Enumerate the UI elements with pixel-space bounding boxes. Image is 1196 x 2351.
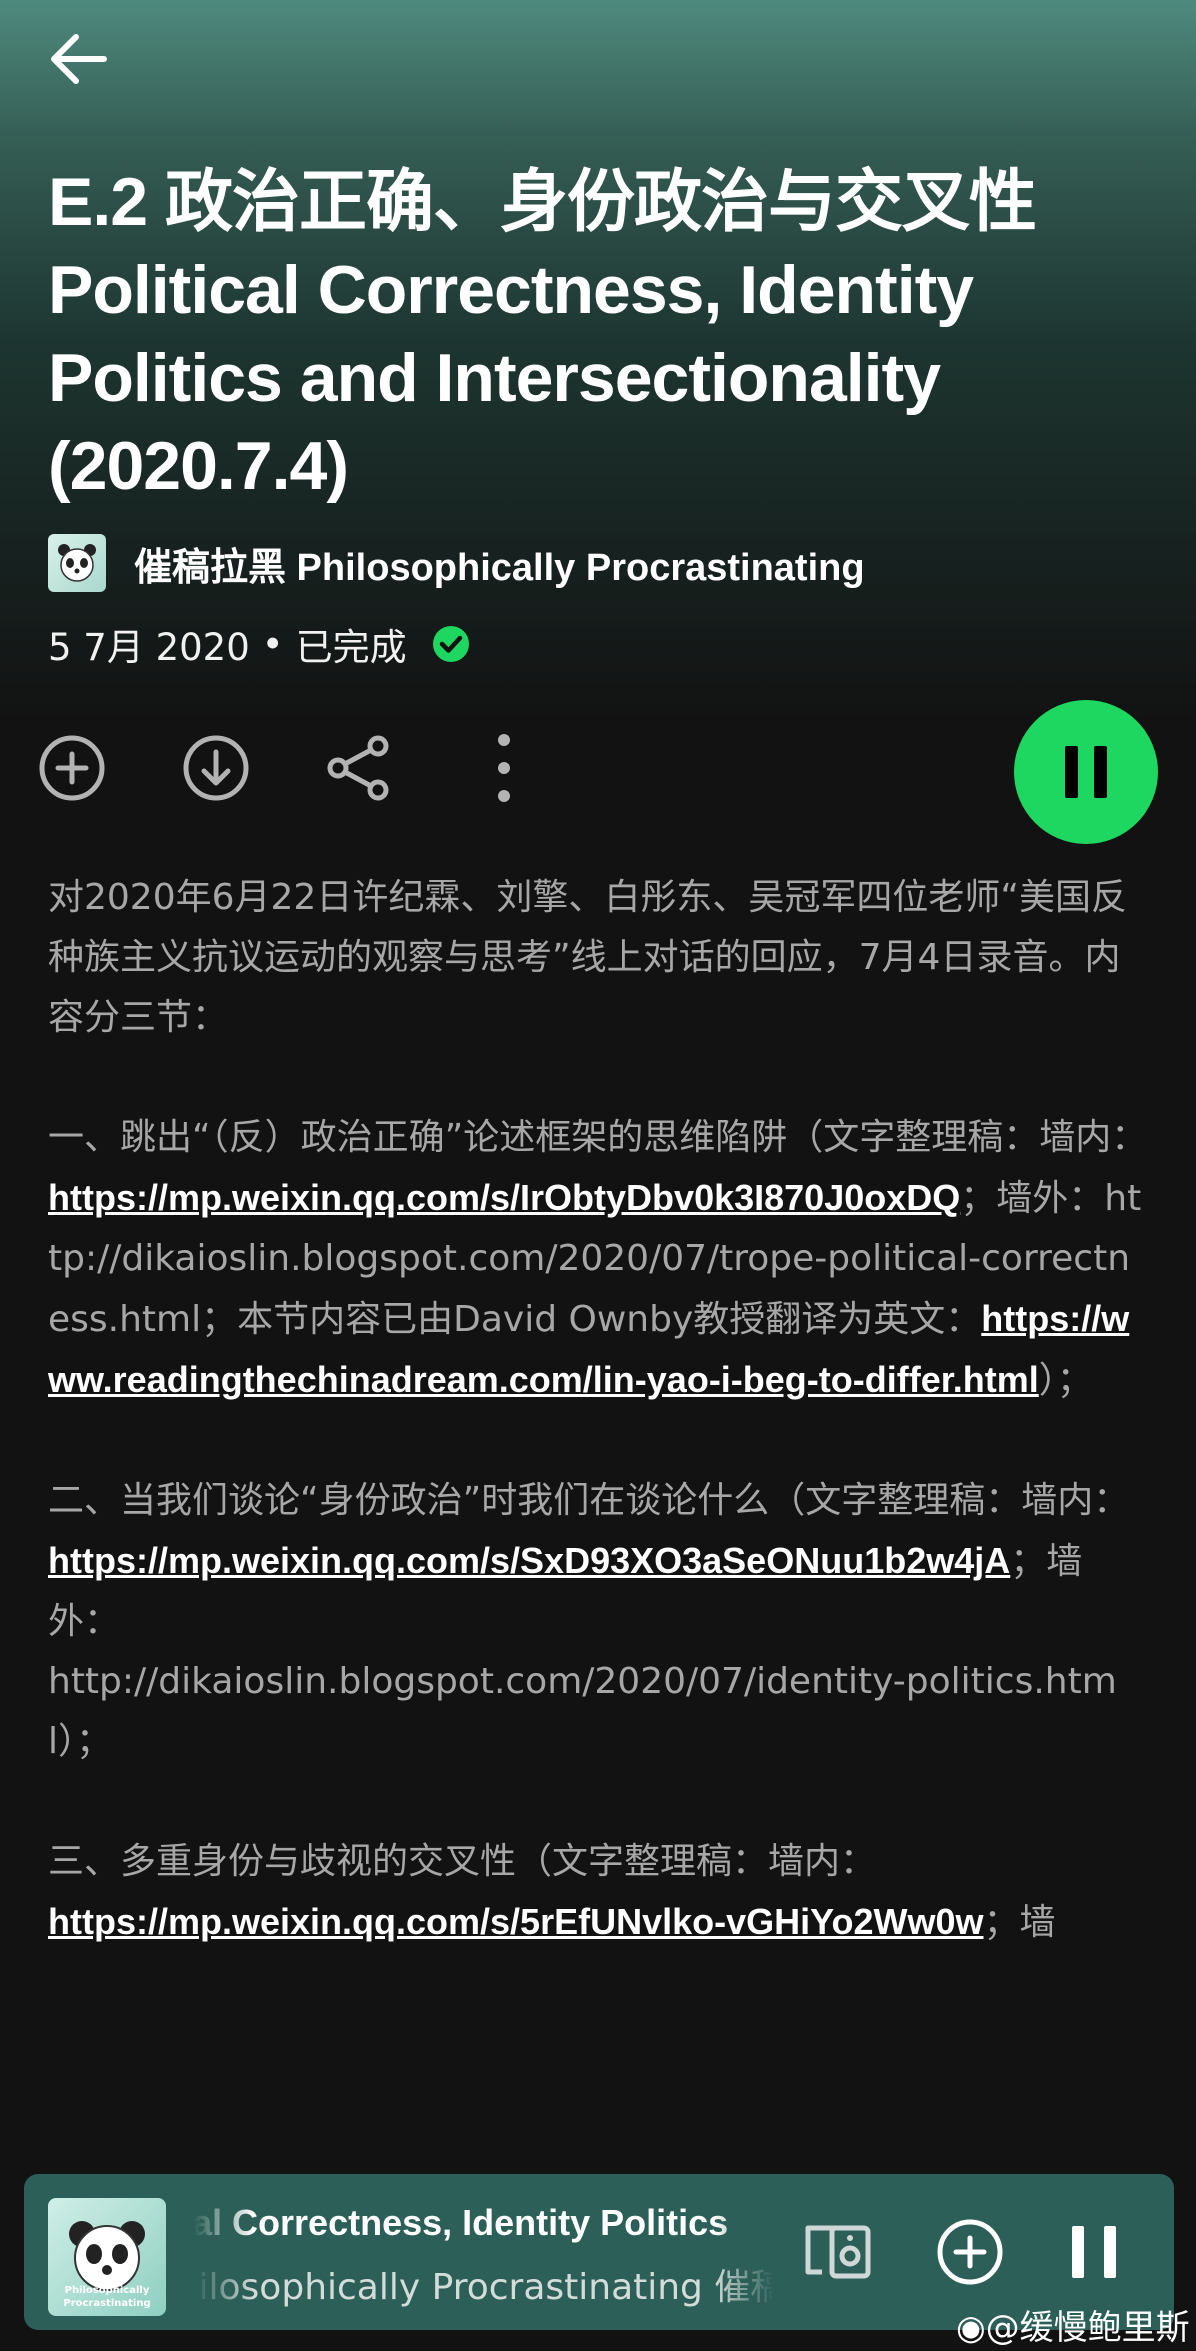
- mini-player-text: Political Correctness, Identity Politics…: [194, 2202, 774, 2312]
- fade-right: [714, 2202, 774, 2312]
- episode-description: 对2020年6月22日许纪霖、刘擎、白彤东、吴冠军四位老师“美国反种族主义抗议运…: [48, 868, 1148, 2158]
- episode-title: E.2 政治正确、身份政治与交叉性 Political Correctness,…: [48, 164, 1037, 504]
- description-section-1: 一、跳出“（反）政治正确”论述框架的思维陷阱（文字整理稿：墙内： https://…: [48, 1108, 1148, 1411]
- section-2-weixin-link[interactable]: https://mp.weixin.qq.com/s/SxD93XO3aSeON…: [48, 1540, 1010, 1581]
- show-link[interactable]: 催稿拉黑 Philosophically Procrastinating: [48, 532, 865, 594]
- mini-player-art-text: Philosophically Procrastinating: [63, 2285, 151, 2309]
- more-options-button[interactable]: [466, 730, 542, 806]
- release-date: 5 7月 2020: [48, 626, 250, 669]
- section-2-blog-url: http://dikaioslin.blogspot.com/2020/07/i…: [48, 1661, 1117, 1762]
- more-vertical-icon: [498, 734, 510, 802]
- panda-icon: [58, 544, 96, 582]
- share-button[interactable]: [322, 730, 398, 806]
- download-circle-icon: [183, 735, 249, 801]
- mini-player-title: Political Correctness, Identity Politics: [194, 2202, 729, 2243]
- pause-icon: [1065, 746, 1107, 798]
- section-3-text-2: ；墙: [983, 1902, 1056, 1943]
- mini-player-subtitle: Philosophically Procrastinating 催稿拉黑 Phi…: [194, 2267, 774, 2308]
- mini-player-artwork: Philosophically Procrastinating: [48, 2198, 166, 2316]
- mini-add-button[interactable]: [930, 2212, 1010, 2292]
- section-1-text-4: ）；: [1038, 1360, 1093, 1401]
- plus-circle-icon: [937, 2219, 1003, 2285]
- show-thumbnail: [48, 534, 106, 592]
- pause-icon: [1072, 2226, 1116, 2278]
- mini-pause-button[interactable]: [1054, 2212, 1134, 2292]
- section-1-text-3: ；本节内容已由David Ownby教授翻译为英文：: [201, 1299, 982, 1340]
- action-bar: [0, 700, 1196, 844]
- section-2-text: 二、当我们谈论“身份政治”时我们在谈论什么（文字整理稿：墙内：: [48, 1480, 1130, 1521]
- arrow-left-icon: [51, 34, 107, 84]
- check-circle-icon: [432, 626, 469, 662]
- watermark: ◉@缓慢鲍里斯: [956, 2300, 1190, 2349]
- connect-device-icon: [805, 2225, 871, 2279]
- section-2-text-3: ）；: [58, 1721, 113, 1762]
- connect-device-button[interactable]: [800, 2212, 880, 2292]
- description-intro: 对2020年6月22日许纪霖、刘擎、白彤东、吴冠军四位老师“美国反种族主义抗议运…: [48, 877, 1127, 1038]
- section-1-text: 一、跳出“（反）政治正确”论述框架的思维陷阱（文字整理稿：墙内：: [48, 1117, 1148, 1158]
- meta-separator: •: [261, 622, 284, 666]
- section-1-weixin-link[interactable]: https://mp.weixin.qq.com/s/IrObtyDbv0k3I…: [48, 1177, 960, 1218]
- pause-button[interactable]: [1014, 700, 1158, 844]
- share-icon: [327, 735, 389, 801]
- completion-status: 已完成: [295, 626, 407, 669]
- add-to-library-button[interactable]: [34, 730, 110, 806]
- description-section-3: 三、多重身份与歧视的交叉性（文字整理稿：墙内： https://mp.weixin…: [48, 1832, 1148, 1953]
- download-button[interactable]: [178, 730, 254, 806]
- watermark-text: @缓慢鲍里斯: [985, 2308, 1190, 2348]
- weibo-logo-icon: ◉: [956, 2308, 986, 2348]
- section-3-text: 三、多重身份与歧视的交叉性（文字整理稿：墙内：: [48, 1841, 877, 1882]
- show-name: 催稿拉黑 Philosophically Procrastinating: [134, 546, 865, 589]
- plus-circle-icon: [39, 735, 105, 801]
- fade-left: [194, 2202, 254, 2312]
- back-button[interactable]: [44, 24, 114, 94]
- section-1-text-2: ；墙外：: [960, 1178, 1105, 1219]
- section-3-weixin-link[interactable]: https://mp.weixin.qq.com/s/5rEfUNvlko-vG…: [48, 1901, 983, 1942]
- description-section-2: 二、当我们谈论“身份政治”时我们在谈论什么（文字整理稿：墙内： https://m…: [48, 1471, 1148, 1772]
- episode-meta: 5 7月 2020 • 已完成: [48, 614, 471, 674]
